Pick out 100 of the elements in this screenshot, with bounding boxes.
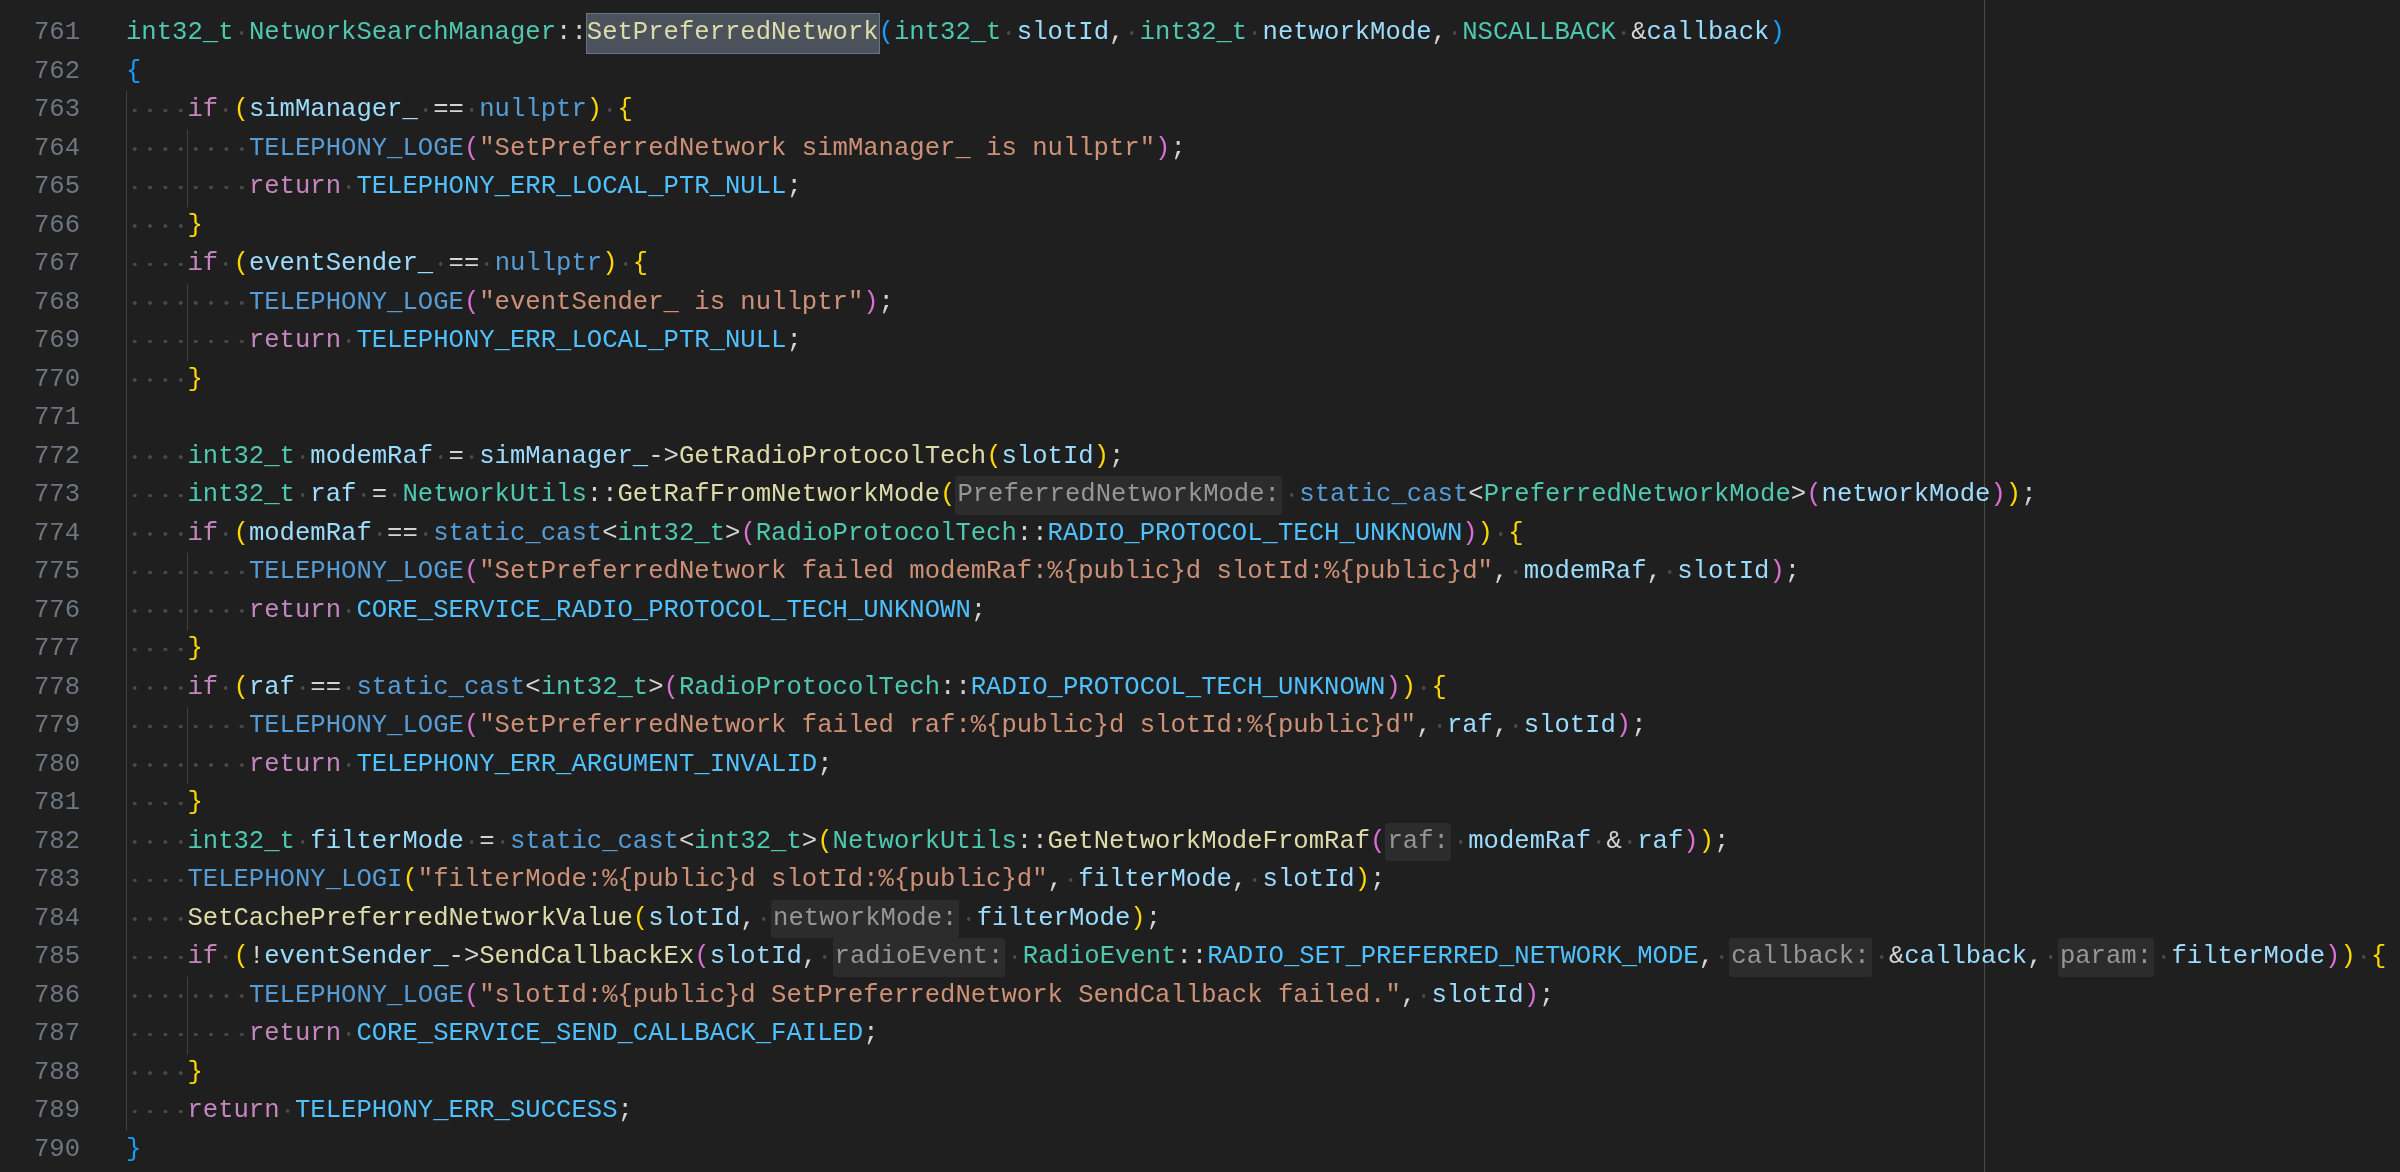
punctuation: > <box>648 671 664 704</box>
macro-name: TELEPHONY_LOGI <box>187 864 403 896</box>
punctuation: :: <box>1176 941 1208 973</box>
keyword: static_cast <box>356 671 526 704</box>
line-number: 787 <box>32 1018 80 1050</box>
variable: networkMode <box>1262 17 1432 49</box>
bracket: ) <box>602 248 618 280</box>
type-name: RadioProtocolTech <box>755 517 1017 550</box>
bracket: ( <box>233 517 249 550</box>
constant: TELEPHONY_ERR_LOCAL_PTR_NULL <box>356 171 787 203</box>
function-name: GetRafFromNetworkMode <box>617 479 941 511</box>
punctuation: -> <box>448 941 480 973</box>
punctuation: & <box>1606 825 1622 858</box>
keyword: return <box>248 594 342 627</box>
bracket: ) <box>2005 479 2022 511</box>
punctuation: , <box>1492 556 1509 588</box>
bracket: ( <box>878 17 894 49</box>
bracket: ) <box>1354 864 1371 896</box>
line-number: 772 <box>32 440 80 473</box>
constant: TELEPHONY_ERR_LOCAL_PTR_NULL <box>356 325 787 357</box>
bracket: ) <box>1769 17 1785 49</box>
variable: slotId <box>1001 440 1094 473</box>
punctuation: > <box>725 517 741 550</box>
bracket: ) <box>1990 479 2006 511</box>
punctuation: ; <box>817 748 833 781</box>
constant: TELEPHONY_ERR_ARGUMENT_INVALID <box>356 748 818 781</box>
keyword: return <box>248 325 342 357</box>
bracket: ) <box>1400 671 1417 704</box>
punctuation: , <box>1109 17 1125 49</box>
punctuation: , <box>1231 864 1248 896</box>
bracket: ) <box>1769 556 1785 588</box>
bracket: ) <box>586 94 603 126</box>
type-name: int32_t <box>694 825 802 858</box>
bracket: ( <box>694 941 710 973</box>
line-number: 762 <box>32 55 80 88</box>
function-name: SendCallbackEx <box>479 941 695 973</box>
macro-name: TELEPHONY_LOGE <box>248 132 464 165</box>
line-number: 763 <box>32 94 80 126</box>
variable: slotId <box>1016 17 1109 49</box>
line-number: 786 <box>32 979 80 1012</box>
variable: slotId <box>709 941 802 973</box>
bracket: ) <box>1155 132 1171 165</box>
selected-text: SetPreferredNetwork <box>586 14 879 53</box>
string-literal: "SetPreferredNetwork failed modemRaf:%{public}d slotId:%{public}d" <box>479 556 1493 588</box>
macro-name: TELEPHONY_LOGE <box>248 979 464 1012</box>
punctuation: ; <box>863 1018 879 1050</box>
bracket: ( <box>233 671 249 704</box>
bracket: { <box>2371 941 2387 973</box>
punctuation: :: <box>1016 517 1048 550</box>
variable: callback <box>1646 17 1770 49</box>
punctuation: & <box>1888 941 1905 973</box>
type-name: NetworkUtils <box>402 479 587 511</box>
bracket: ) <box>1385 671 1401 704</box>
macro-name: TELEPHONY_LOGE <box>248 286 464 319</box>
punctuation: ; <box>1714 825 1730 858</box>
bracket: ( <box>463 979 480 1012</box>
bracket: ) <box>1093 440 1109 473</box>
type-name: int32_t <box>617 517 725 550</box>
type-name: RadioEvent <box>1022 941 1177 973</box>
punctuation: , <box>1698 941 1714 973</box>
type-name: int32_t <box>126 17 234 49</box>
type-name: RadioProtocolTech <box>678 671 941 704</box>
punctuation: , <box>801 941 818 973</box>
bracket: } <box>187 363 203 396</box>
punctuation: ; <box>878 286 894 319</box>
bracket: ) <box>863 286 879 319</box>
variable: callback <box>1904 941 2028 973</box>
bracket: } <box>126 1133 142 1166</box>
punctuation: :: <box>556 17 587 49</box>
bracket: ) <box>1615 710 1632 742</box>
variable: slotId <box>1262 864 1355 896</box>
variable: raf <box>1446 710 1493 742</box>
constant: RADIO_PROTOCOL_TECH_UNKNOWN <box>970 671 1386 704</box>
line-number: 778 <box>32 671 80 704</box>
punctuation: < <box>602 517 618 550</box>
constant: RADIO_PROTOCOL_TECH_UNKNOWN <box>1047 517 1463 550</box>
type-name: NSCALLBACK <box>1462 17 1616 49</box>
variable: modemRaf <box>310 440 434 473</box>
keyword: if <box>187 517 219 550</box>
constant: RADIO_SET_PREFERRED_NETWORK_MODE <box>1207 941 1699 973</box>
line-number: 770 <box>32 363 80 396</box>
line-number: 764 <box>32 132 80 165</box>
bracket: } <box>187 633 203 665</box>
punctuation: = <box>448 440 464 473</box>
bracket: { <box>617 94 633 126</box>
line-number: 788 <box>32 1056 80 1089</box>
punctuation: ; <box>1370 864 1386 896</box>
keyword: if <box>187 671 219 704</box>
bracket: { <box>126 55 142 88</box>
inlay-hint: callback: <box>1729 938 1872 977</box>
bracket: ( <box>817 825 833 858</box>
keyword: return <box>248 748 342 781</box>
variable: simManager_ <box>479 440 649 473</box>
bracket: ) <box>1523 979 1540 1012</box>
bracket: ( <box>940 479 956 511</box>
variable: slotId <box>1431 979 1524 1012</box>
type-name: int32_t <box>187 825 295 858</box>
bracket: ( <box>233 248 249 280</box>
variable: networkMode <box>1821 479 1991 511</box>
punctuation: ; <box>1145 902 1162 935</box>
